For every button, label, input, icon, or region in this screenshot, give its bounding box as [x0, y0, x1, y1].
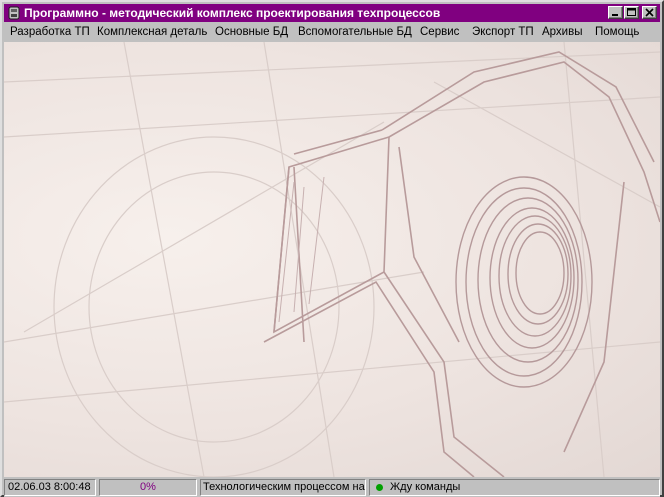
menu-service[interactable]: Сервис: [420, 25, 459, 39]
menu-complex-part[interactable]: Комплексная деталь: [97, 25, 207, 39]
minimize-button[interactable]: [608, 6, 623, 19]
app-icon: [8, 6, 20, 20]
status-bar: 02.06.03 8:00:48 0% Технологическим проц…: [4, 478, 660, 497]
minimize-icon: [612, 14, 618, 16]
client-area: [4, 42, 660, 477]
menu-auxiliary-db[interactable]: Вспомогательные БД: [298, 25, 412, 39]
menu-bar: Разработка ТП Комплексная деталь Основны…: [4, 22, 660, 42]
status-module: Технологическим процессом на: [200, 479, 366, 496]
menu-archives[interactable]: Архивы: [542, 25, 583, 39]
main-window: Программно - методический комплекс проек…: [0, 0, 664, 497]
hex-nut-sketch-image: [4, 42, 660, 477]
maximize-icon: [627, 8, 636, 16]
window-title: Программно - методический комплекс проек…: [24, 6, 441, 20]
status-datetime: 02.06.03 8:00:48: [4, 479, 96, 496]
close-button[interactable]: [642, 6, 657, 19]
menu-help[interactable]: Помощь: [595, 25, 639, 39]
status-indicator-icon: [376, 484, 383, 491]
status-progress: 0%: [99, 479, 197, 496]
status-message: Жду команды: [390, 481, 461, 493]
maximize-button[interactable]: [624, 6, 639, 19]
title-bar[interactable]: Программно - методический комплекс проек…: [4, 4, 660, 22]
menu-development-tp[interactable]: Разработка ТП: [10, 25, 90, 39]
close-icon: [645, 8, 654, 17]
menu-main-db[interactable]: Основные БД: [215, 25, 288, 39]
status-message-panel: Жду команды: [369, 479, 660, 496]
menu-export-tp[interactable]: Экспорт ТП: [472, 25, 534, 39]
